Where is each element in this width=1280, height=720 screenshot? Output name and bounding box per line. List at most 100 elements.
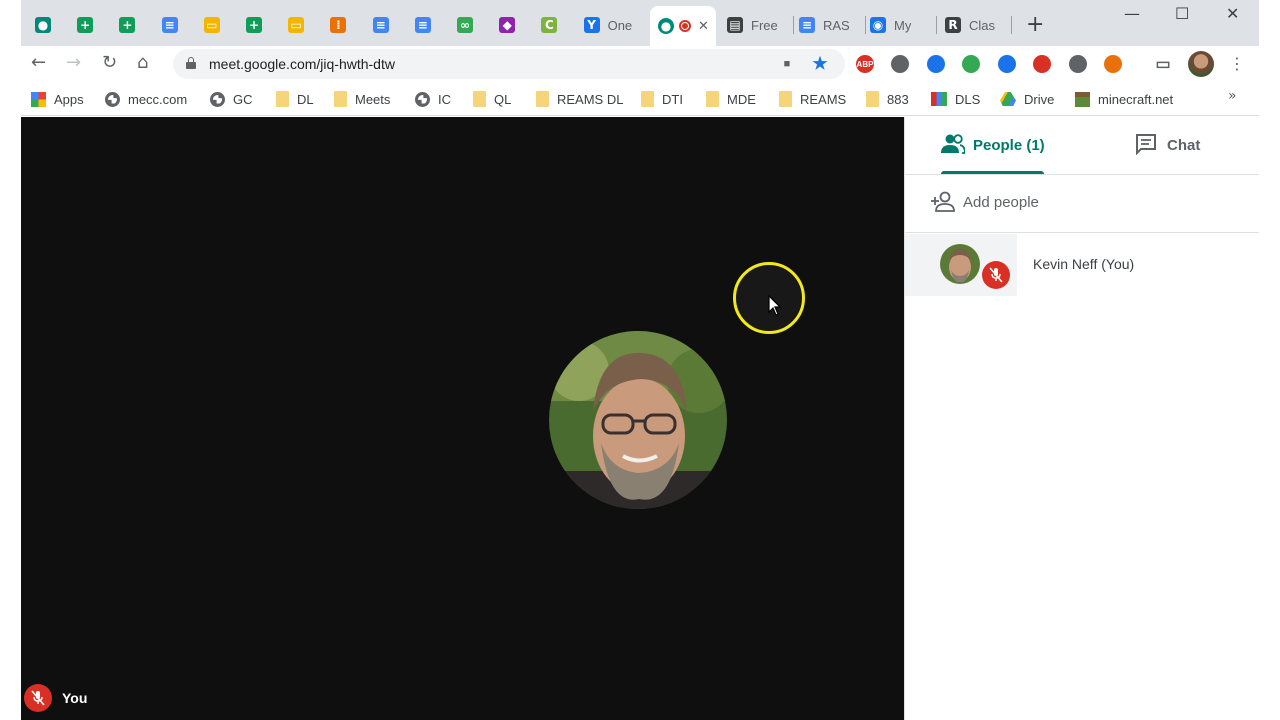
address-bar[interactable]: meet.google.com/jiq-hwth-dtw [173,49,845,79]
y-extension-icon[interactable] [927,55,945,73]
sheets-icon: + [246,17,262,33]
extension-drive-icon[interactable] [891,55,909,73]
tab[interactable]: ● [35,8,51,42]
new-tab-button[interactable]: + [1026,12,1044,37]
tab[interactable]: Y One [583,8,632,42]
bookmark-apps[interactable]: Apps [31,89,84,109]
cast-green-icon[interactable] [962,55,980,73]
lock-icon [186,57,196,69]
cast-icon[interactable]: ▭ [1154,55,1172,73]
profile-avatar[interactable] [1188,51,1214,77]
bookmark-gc[interactable]: GC [210,89,253,109]
minimize-button[interactable]: — [1124,4,1140,23]
bookmark-label: IC [438,91,451,107]
tab[interactable]: ▭ [203,8,220,42]
tab-title: Free [751,17,778,33]
meet-icon: ● [658,18,674,34]
orange-extension-icon[interactable] [1104,55,1122,73]
bookmark-dti[interactable]: DTI [641,89,683,109]
minecraft-icon [1075,91,1090,107]
bookmark-minecraft-net[interactable]: minecraft.net [1075,89,1173,109]
bookmarks-overflow-icon[interactable]: » [1228,88,1237,104]
tab[interactable]: ≡ [414,8,431,42]
tab[interactable]: ∞ [457,8,473,42]
tab[interactable]: + [246,8,262,42]
tab[interactable]: ◆ [499,8,516,42]
maximize-button[interactable]: ☐ [1175,4,1189,23]
bookmark-dl[interactable]: DL [276,89,314,109]
tab-strip: ● + + ≡ ▭ + ▭ ⁞ ≡ ≡ ∞ ◆ C Y One ● ✕ ▤ Free ≡ RAS ◉ My R Clas … [21,0,1259,46]
bookmark-ic[interactable]: IC [415,89,451,109]
tab[interactable]: + [119,8,136,42]
bookmark-label: Meets [355,91,391,107]
browser-window: ● + + ≡ ▭ + ▭ ⁞ ≡ ≡ ∞ ◆ C Y One ● ✕ ▤ Free ≡ RAS ◉ My R Clas … [21,0,1259,720]
tab[interactable]: ⁞ [330,8,347,42]
mic-off-icon[interactable] [24,684,52,712]
globe-icon [105,91,120,107]
self-avatar [549,331,727,509]
bookmark-drive[interactable]: Drive [1000,89,1054,109]
tab-chat[interactable]: Chat [1135,133,1200,155]
circle-extension-icon[interactable] [1069,55,1087,73]
participant-mic-off-icon [982,261,1010,289]
folder-icon [473,91,486,107]
bookmark-883[interactable]: 883 [866,89,909,109]
tab[interactable]: R Clas [945,8,995,42]
tab-chat-label: Chat [1167,137,1201,154]
self-photo-icon [549,331,727,509]
bookmark-label: Apps [54,91,84,107]
adblock-icon[interactable]: ABP [856,55,874,73]
home-button[interactable]: ⌂ [137,52,148,73]
tab-title: Clas [969,17,996,33]
tab[interactable]: ≡ [161,8,178,42]
url-text[interactable]: meet.google.com/jiq-hwth-dtw [209,56,395,72]
bookmark-label: REAMS DL [557,91,624,107]
tab-title: My [894,17,912,33]
sheets-icon: + [119,17,136,33]
bookmark-reams[interactable]: REAMS [779,89,846,109]
self-name: You [62,690,88,706]
menu-kebab-icon[interactable]: ⋮ [1229,54,1245,73]
tab[interactable]: ≡ [372,8,389,42]
drive-icon [1000,92,1016,106]
participant-name: Kevin Neff (You) [1033,256,1135,272]
folder-icon [779,91,792,107]
tab-people[interactable]: People (1) [941,133,1045,173]
bookmark-meets[interactable]: Meets [334,89,390,109]
docs-icon: ≡ [414,17,431,33]
tab[interactable]: ◉ My [870,8,911,42]
video-camera-icon[interactable]: ■ [778,55,796,73]
tab-active-meet[interactable]: ● ✕ [650,6,716,46]
bookmark-mecc-com[interactable]: mecc.com [105,89,187,109]
pdf-icon[interactable] [1033,55,1051,73]
tab[interactable]: ▤ Free [727,8,778,42]
bookmark-dls[interactable]: DLS [931,89,980,109]
tab[interactable]: C [541,8,558,42]
tab[interactable]: ≡ RAS [799,8,850,42]
apps-grid-icon: ⁞ [330,17,347,33]
tab-separator [936,16,937,34]
bookmark-mde[interactable]: MDE [706,89,756,109]
participant-row[interactable]: Kevin Neff (You) [905,234,1259,296]
back-button[interactable]: ← [31,52,46,73]
reload-button[interactable]: ↻ [102,52,117,73]
tab[interactable]: + [77,8,94,42]
y-icon: Y [583,17,600,33]
snowflake-icon[interactable] [998,55,1016,73]
r-icon: R [945,17,961,33]
tab[interactable]: ▭ [288,8,305,42]
bookmark-label: QL [494,91,512,107]
folder-icon [536,91,549,107]
folder-icon [334,91,347,107]
close-window-button[interactable]: ✕ [1226,4,1239,23]
close-tab-icon[interactable]: ✕ [698,19,709,34]
chat-icon [1136,134,1156,155]
forward-button[interactable]: → [66,52,81,73]
divider [905,232,1259,233]
tab-separator [865,16,866,34]
bookmark-ql[interactable]: QL [473,89,511,109]
people-panel: People (1) Chat Add people Kevin Neff (Y… [904,117,1259,720]
star-icon[interactable]: ★ [811,54,829,73]
bookmark-reams-dl[interactable]: REAMS DL [536,89,623,109]
add-people-button[interactable]: Add people [931,191,1039,213]
